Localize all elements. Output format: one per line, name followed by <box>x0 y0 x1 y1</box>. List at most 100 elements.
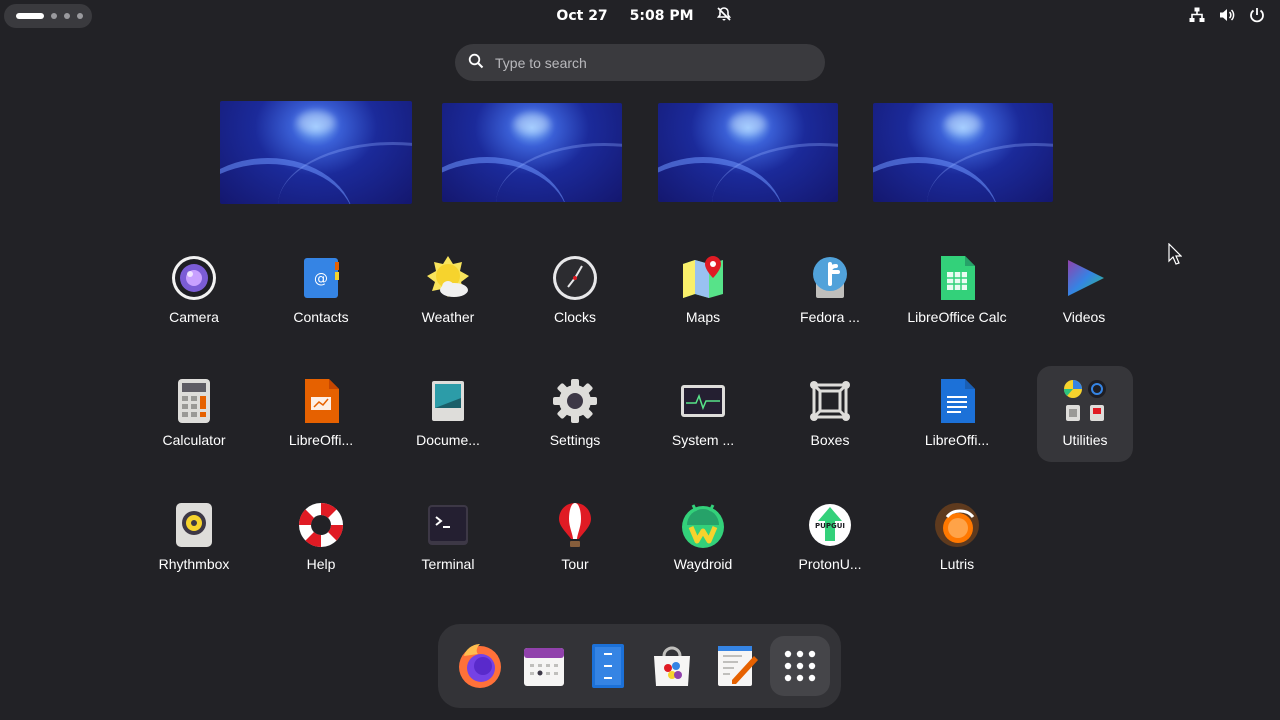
app-label: Videos <box>1062 309 1106 325</box>
text-editor-icon <box>718 646 758 686</box>
app-label: Utilities <box>1062 432 1108 448</box>
clock-button[interactable]: Oct 27 5:08 PM <box>0 0 1280 32</box>
app-fedora-media-writer[interactable]: Fedora ... <box>780 254 880 327</box>
mouse-cursor-icon <box>1168 242 1183 269</box>
text-document-icon <box>933 377 981 425</box>
app-label: Fedora ... <box>800 309 860 325</box>
app-document-viewer[interactable]: Docume... <box>398 377 498 450</box>
app-label: Waydroid <box>673 556 733 572</box>
workspace-thumbnail[interactable] <box>220 101 412 204</box>
dock-calendar[interactable] <box>520 642 568 690</box>
app-rhythmbox[interactable]: Rhythmbox <box>144 501 244 574</box>
fedora-icon <box>806 254 854 302</box>
camera-icon <box>170 254 218 302</box>
workspace-thumbnail[interactable] <box>658 103 838 202</box>
hot-air-balloon-icon <box>551 501 599 549</box>
protonup-icon: PUPGUI <box>806 501 854 549</box>
calendar-icon <box>524 648 564 686</box>
svg-text:PUPGUI: PUPGUI <box>815 522 845 530</box>
app-libreoffice-writer[interactable]: LibreOffi... <box>907 377 1007 450</box>
software-icon <box>654 646 690 686</box>
show-apps-button[interactable] <box>770 636 830 696</box>
files-icon <box>592 644 624 688</box>
lutris-icon <box>933 501 981 549</box>
firefox-icon <box>459 644 501 688</box>
dock-text-editor[interactable] <box>712 642 760 690</box>
app-label: LibreOffice Calc <box>907 309 1007 325</box>
folder-icon <box>1061 377 1109 425</box>
app-boxes[interactable]: Boxes <box>780 377 880 450</box>
date-label: Oct 27 <box>556 8 608 24</box>
presentation-icon <box>297 377 345 425</box>
app-contacts[interactable]: @ Contacts <box>271 254 371 327</box>
volume-icon <box>1218 6 1236 24</box>
time-label: 5:08 PM <box>629 8 694 24</box>
notifications-off-icon <box>716 6 732 26</box>
rhythmbox-icon <box>170 501 218 549</box>
app-folder-utilities[interactable]: Utilities <box>1035 377 1135 450</box>
app-camera[interactable]: Camera <box>144 254 244 327</box>
videos-icon <box>1060 254 1108 302</box>
app-help[interactable]: Help <box>271 501 371 574</box>
spreadsheet-icon <box>933 254 981 302</box>
network-wired-icon <box>1188 6 1206 24</box>
document-viewer-icon <box>424 377 472 425</box>
app-label: ProtonU... <box>798 556 862 572</box>
app-label: LibreOffi... <box>924 432 990 448</box>
app-videos[interactable]: Videos <box>1034 254 1134 327</box>
app-label: Help <box>306 556 336 572</box>
app-waydroid[interactable]: Waydroid <box>653 501 753 574</box>
app-grid-icon <box>784 650 816 682</box>
app-maps[interactable]: Maps <box>653 254 753 327</box>
app-label: Terminal <box>421 556 475 572</box>
app-label: Boxes <box>810 432 850 448</box>
app-tour[interactable]: Tour <box>525 501 625 574</box>
app-libreoffice-calc[interactable]: LibreOffice Calc <box>907 254 1007 327</box>
app-lutris[interactable]: Lutris <box>907 501 1007 574</box>
app-label: Camera <box>169 309 219 325</box>
system-monitor-icon <box>679 377 727 425</box>
app-calculator[interactable]: Calculator <box>144 377 244 450</box>
search-bar[interactable] <box>455 44 825 81</box>
terminal-icon <box>424 501 472 549</box>
app-weather[interactable]: Weather <box>398 254 498 327</box>
app-label: Tour <box>561 556 589 572</box>
app-label: Calculator <box>162 432 226 448</box>
app-label: Weather <box>421 309 475 325</box>
app-label: Docume... <box>416 432 480 448</box>
app-label: Maps <box>685 309 721 325</box>
workspace-thumbnail[interactable] <box>873 103 1053 202</box>
waydroid-icon <box>679 501 727 549</box>
app-settings[interactable]: Settings <box>525 377 625 450</box>
app-clocks[interactable]: Clocks <box>525 254 625 327</box>
contacts-icon: @ <box>297 254 345 302</box>
workspace-thumbnail[interactable] <box>442 103 622 202</box>
calculator-icon <box>170 377 218 425</box>
maps-icon <box>679 254 727 302</box>
dash-dock <box>438 624 841 708</box>
power-icon <box>1248 6 1266 24</box>
app-label: Rhythmbox <box>158 556 230 572</box>
dock-software[interactable] <box>648 642 696 690</box>
gear-icon <box>551 377 599 425</box>
dock-firefox[interactable] <box>456 642 504 690</box>
app-terminal[interactable]: Terminal <box>398 501 498 574</box>
app-libreoffice-impress[interactable]: LibreOffi... <box>271 377 371 450</box>
app-label: Settings <box>549 432 601 448</box>
svg-text:@: @ <box>314 271 328 287</box>
help-icon <box>297 501 345 549</box>
app-label: Contacts <box>293 309 349 325</box>
search-input[interactable] <box>495 54 795 71</box>
app-label: LibreOffi... <box>288 432 354 448</box>
app-label: Lutris <box>939 556 975 572</box>
app-label: Clocks <box>553 309 596 325</box>
app-system-monitor[interactable]: System ... <box>653 377 753 450</box>
boxes-icon <box>806 377 854 425</box>
weather-icon <box>424 254 472 302</box>
system-tray[interactable] <box>1188 6 1266 24</box>
dock-files[interactable] <box>584 642 632 690</box>
app-protonup-qt[interactable]: PUPGUI ProtonU... <box>780 501 880 574</box>
top-bar: Oct 27 5:08 PM <box>0 0 1280 32</box>
app-label: System ... <box>671 432 735 448</box>
search-icon <box>455 53 484 73</box>
